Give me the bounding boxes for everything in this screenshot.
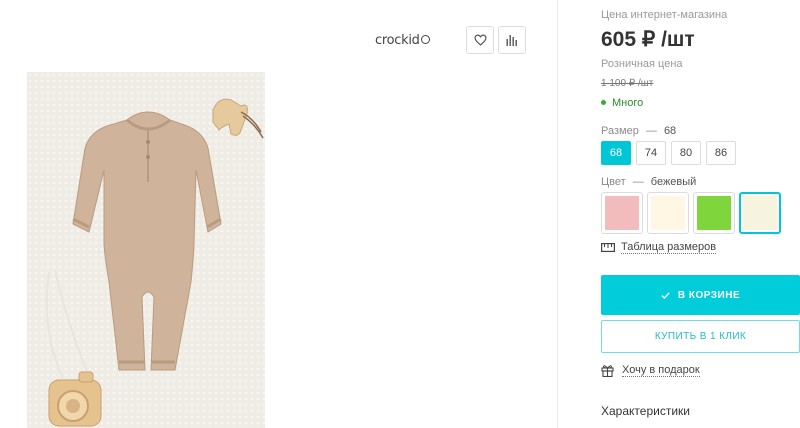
in-cart-button[interactable]: В КОРЗИНЕ: [601, 275, 800, 315]
ruler-icon: [601, 243, 615, 252]
color-swatch-fill: [651, 196, 685, 230]
online-price: 605 ₽ /шт: [601, 28, 695, 51]
stock-indicator-dot: [601, 100, 606, 105]
column-divider: [557, 0, 558, 428]
size-option[interactable]: 80: [671, 141, 701, 165]
characteristics-heading[interactable]: Характеристики: [601, 404, 690, 418]
brand-name: crockid: [375, 33, 420, 48]
romper-illustration: [45, 98, 264, 427]
brand-mark-icon: [420, 35, 430, 44]
heart-icon: [473, 34, 487, 46]
size-option[interactable]: 68: [601, 141, 631, 165]
color-swatch[interactable]: [739, 192, 781, 234]
gift-icon: [601, 365, 614, 377]
size-option[interactable]: 74: [636, 141, 666, 165]
buy-one-click-button[interactable]: КУПИТЬ В 1 КЛИК: [601, 320, 800, 353]
color-options: [601, 192, 781, 234]
color-label: Цвет — бежевый: [601, 176, 696, 188]
color-swatch[interactable]: [647, 192, 689, 234]
product-photo[interactable]: [27, 72, 265, 428]
purchase-panel: Цена интернет-магазина 605 ₽ /шт Розничн…: [601, 0, 800, 428]
checkmark-icon: [661, 291, 670, 299]
retail-price: 1 100 ₽ /шт: [601, 78, 654, 89]
gift-wishlist-link[interactable]: Хочу в подарок: [601, 364, 700, 377]
favorite-button[interactable]: [466, 26, 494, 54]
stock-status: Много: [601, 97, 643, 109]
size-separator: —: [645, 125, 657, 137]
brand-logo[interactable]: crockid: [375, 33, 430, 48]
compare-button[interactable]: [498, 26, 526, 54]
gift-wishlist-text: Хочу в подарок: [622, 364, 700, 377]
color-swatch[interactable]: [693, 192, 735, 234]
retail-price-label: Розничная цена: [601, 58, 683, 70]
size-table-text: Таблица размеров: [621, 241, 717, 254]
color-swatch-fill: [605, 196, 639, 230]
bar-chart-icon: [506, 35, 517, 46]
color-swatch[interactable]: [601, 192, 643, 234]
color-separator: —: [632, 176, 644, 188]
stock-text: Много: [612, 97, 644, 109]
size-table-link[interactable]: Таблица размеров: [601, 241, 717, 254]
color-selected-value: бежевый: [650, 176, 697, 188]
buy-one-click-label: КУПИТЬ В 1 КЛИК: [654, 331, 747, 342]
size-label-text: Размер: [601, 125, 639, 137]
online-price-label: Цена интернет-магазина: [601, 9, 728, 21]
size-options: 68 74 80 86: [601, 141, 736, 165]
color-label-text: Цвет: [601, 176, 626, 188]
size-label: Размер — 68: [601, 125, 676, 137]
size-option[interactable]: 86: [706, 141, 736, 165]
color-swatch-fill: [697, 196, 731, 230]
size-selected-value: 68: [663, 125, 677, 137]
color-swatch-fill: [743, 196, 777, 230]
in-cart-label: В КОРЗИНЕ: [677, 289, 741, 301]
